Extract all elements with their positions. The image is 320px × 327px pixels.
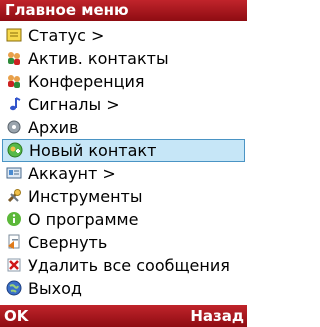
tools-icon bbox=[7, 189, 21, 203]
active-contacts-icon bbox=[8, 52, 20, 65]
menu-item-signals[interactable]: Сигналы > bbox=[0, 93, 247, 116]
menu-item-label: Конференция bbox=[28, 72, 145, 91]
delete-icon bbox=[7, 258, 21, 272]
archive-icon bbox=[7, 120, 21, 134]
softkey-ok-button[interactable]: OK bbox=[4, 305, 28, 327]
conference-icon bbox=[8, 75, 20, 88]
softkey-back-button[interactable]: Назад bbox=[190, 305, 244, 327]
menu-item-tools[interactable]: Инструменты bbox=[0, 185, 247, 208]
new-contact-icon bbox=[7, 142, 23, 158]
menu-item-minimize[interactable]: Свернуть bbox=[0, 231, 247, 254]
menu-item-about[interactable]: О программе bbox=[0, 208, 247, 231]
menu-item-label: Сигналы > bbox=[28, 95, 120, 114]
menu-item-label: Статус > bbox=[28, 26, 105, 45]
menu-item-label: Удалить все сообщения bbox=[28, 256, 230, 275]
main-menu: Статус > Актив. контакты Конференция Сиг… bbox=[0, 24, 247, 300]
menu-item-status[interactable]: Статус > bbox=[0, 24, 247, 47]
info-icon bbox=[7, 212, 21, 226]
menu-item-label: О программе bbox=[28, 210, 139, 229]
menu-item-label: Аккаунт > bbox=[28, 164, 116, 183]
title-bar: Главное меню bbox=[0, 0, 247, 21]
menu-item-exit[interactable]: Выход bbox=[0, 277, 247, 300]
music-note-icon bbox=[10, 97, 21, 111]
menu-item-delete-all-messages[interactable]: Удалить все сообщения bbox=[0, 254, 247, 277]
account-icon bbox=[6, 167, 22, 179]
exit-globe-icon bbox=[6, 280, 22, 296]
menu-item-active-contacts[interactable]: Актив. контакты bbox=[0, 47, 247, 70]
menu-item-label: Выход bbox=[28, 279, 82, 298]
menu-item-label: Архив bbox=[28, 118, 79, 137]
menu-item-label: Актив. контакты bbox=[28, 49, 169, 68]
status-icon bbox=[6, 28, 22, 42]
menu-item-label: Свернуть bbox=[28, 233, 108, 252]
menu-item-archive[interactable]: Архив bbox=[0, 116, 247, 139]
softkey-bar: OK Назад bbox=[0, 305, 247, 327]
menu-item-new-contact[interactable]: Новый контакт bbox=[2, 139, 245, 162]
menu-item-account[interactable]: Аккаунт > bbox=[0, 162, 247, 185]
jimm-main-menu-screen: Главное меню Статус > Актив. контакты Ко… bbox=[0, 0, 247, 327]
page-title: Главное меню bbox=[5, 1, 129, 19]
menu-item-label: Инструменты bbox=[28, 187, 143, 206]
menu-item-label: Новый контакт bbox=[29, 141, 157, 160]
menu-item-conference[interactable]: Конференция bbox=[0, 70, 247, 93]
minimize-icon bbox=[8, 234, 20, 249]
